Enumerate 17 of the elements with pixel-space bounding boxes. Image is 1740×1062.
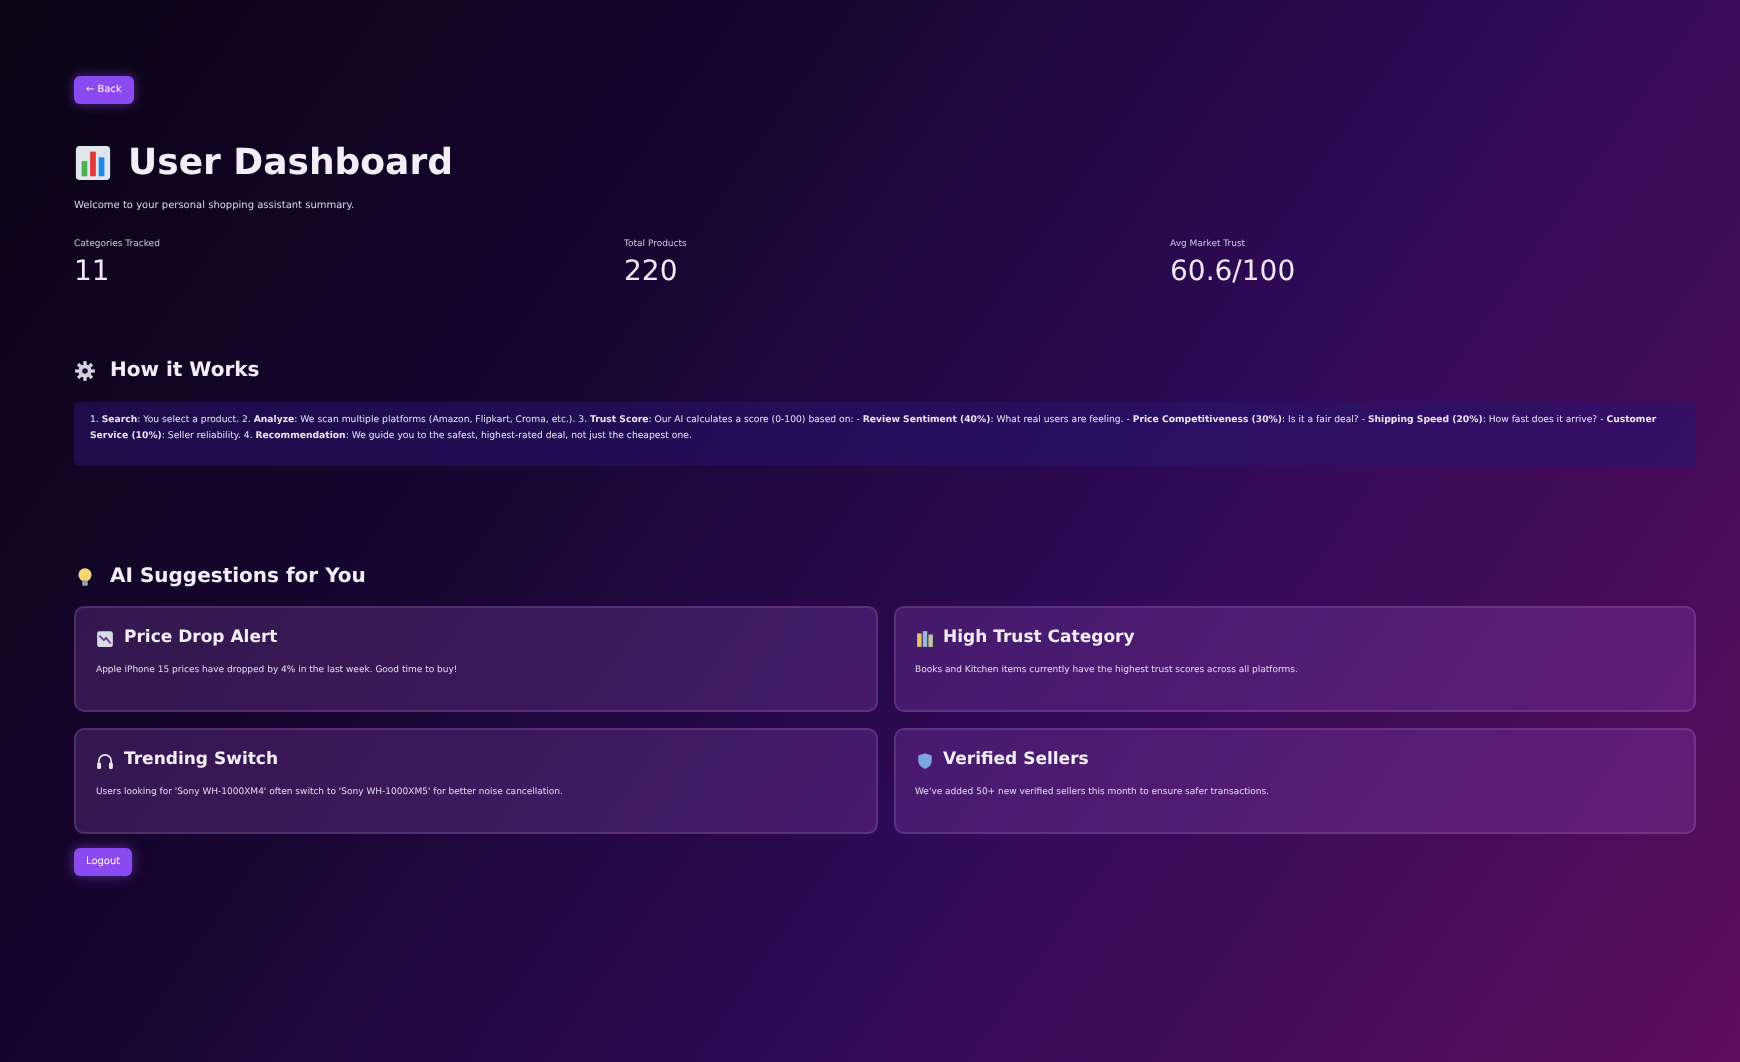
gear-icon [74, 360, 96, 382]
card-title: Verified Sellers [943, 750, 1089, 770]
card-title: Price Drop Alert [124, 628, 278, 648]
section-heading: How it Works [110, 360, 260, 382]
page-title: User Dashboard [128, 142, 453, 184]
metric-value: 220 [624, 256, 680, 288]
chart-icon [96, 629, 114, 647]
bar-chart-icon [74, 144, 112, 182]
section-heading: AI Suggestions for You [110, 566, 366, 588]
headphones-icon [96, 751, 114, 769]
metric-value: 60.6/100 [1170, 256, 1298, 288]
lightbulb-icon [74, 566, 96, 588]
books-icon [915, 629, 933, 647]
metric-value: 11 [74, 256, 112, 288]
card-title: High Trust Category [943, 628, 1135, 648]
card-title: Trending Switch [124, 750, 279, 770]
shield-icon [915, 751, 933, 769]
